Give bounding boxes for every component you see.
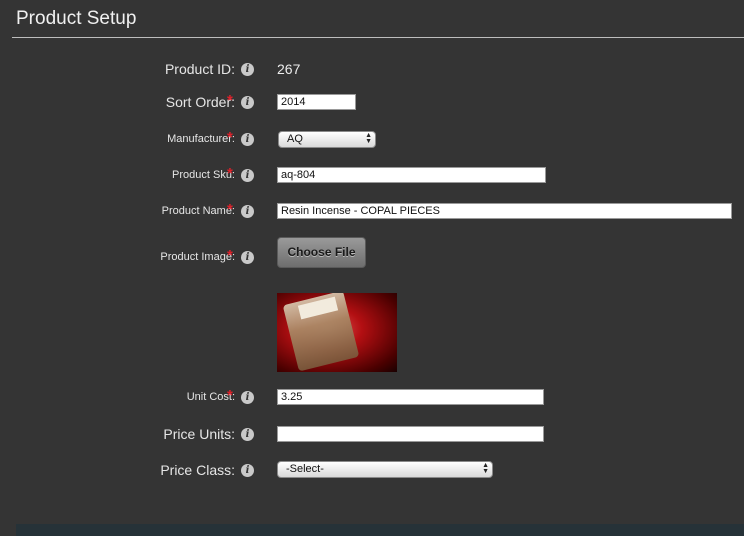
sort-order-input[interactable] <box>277 94 356 110</box>
manufacturer-label: Manufacturer: <box>167 133 235 145</box>
info-icon[interactable]: i <box>241 169 254 182</box>
price-units-label: Price Units: <box>163 426 235 442</box>
product-name-label: Product Name: <box>161 205 235 217</box>
product-image-label: Product Image: <box>160 251 235 263</box>
required-marker: * <box>227 387 233 404</box>
product-image-thumbnail <box>277 293 397 372</box>
info-icon[interactable]: i <box>241 133 254 146</box>
select-arrows-icon: ▲ ▼ <box>365 132 372 145</box>
footer-bar <box>16 524 744 536</box>
price-class-selected-value: -Select- <box>286 463 324 475</box>
product-sku-label: Product Sku: <box>172 169 235 181</box>
info-icon[interactable]: i <box>241 428 254 441</box>
unit-cost-input[interactable] <box>277 389 544 405</box>
info-icon[interactable]: i <box>241 63 254 76</box>
product-name-input[interactable] <box>277 203 732 219</box>
sort-order-label: Sort Order: <box>165 94 235 110</box>
info-icon[interactable]: i <box>241 251 254 264</box>
info-icon[interactable]: i <box>241 96 254 109</box>
product-id-value: 267 <box>277 61 301 77</box>
select-arrows-icon: ▲ ▼ <box>482 462 489 475</box>
required-marker: * <box>227 92 233 109</box>
manufacturer-selected-value: AQ <box>287 133 303 145</box>
info-icon[interactable]: i <box>241 391 254 404</box>
info-icon[interactable]: i <box>241 464 254 477</box>
product-sku-input[interactable] <box>277 167 546 183</box>
product-id-label: Product ID: <box>164 61 235 77</box>
header-divider <box>12 37 744 38</box>
required-marker: * <box>227 247 233 264</box>
manufacturer-select[interactable]: AQ ▲ ▼ <box>278 131 376 148</box>
required-marker: * <box>227 165 233 182</box>
price-units-input[interactable] <box>277 426 544 442</box>
price-class-label: Price Class: <box>160 462 235 478</box>
choose-file-button[interactable]: Choose File <box>277 237 366 268</box>
info-icon[interactable]: i <box>241 205 254 218</box>
required-marker: * <box>227 129 233 146</box>
page-title: Product Setup <box>16 8 137 29</box>
required-marker: * <box>227 201 233 218</box>
price-class-select[interactable]: -Select- ▲ ▼ <box>277 461 493 478</box>
